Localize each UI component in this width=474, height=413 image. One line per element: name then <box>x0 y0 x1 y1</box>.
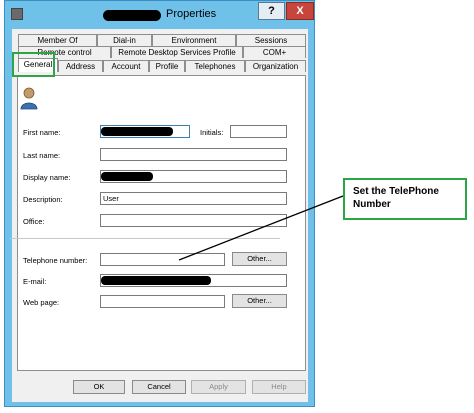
display-name-label: Display name: <box>23 173 71 182</box>
telephone-label: Telephone number: <box>23 256 88 265</box>
separator <box>10 238 280 239</box>
window-icon <box>11 8 23 20</box>
redacted-username <box>103 10 161 21</box>
cancel-button[interactable]: Cancel <box>132 380 186 394</box>
tab-organization[interactable]: Organization <box>245 60 306 72</box>
email-label: E-mail: <box>23 277 47 286</box>
webpage-label: Web page: <box>23 298 60 307</box>
user-avatar-icon <box>20 87 38 110</box>
initials-field[interactable] <box>230 125 287 138</box>
tab-telephones[interactable]: Telephones <box>185 60 245 72</box>
telephone-other-button[interactable]: Other... <box>232 252 287 266</box>
last-name-field[interactable] <box>100 148 287 161</box>
webpage-field[interactable] <box>100 295 225 308</box>
close-button[interactable]: X <box>286 2 314 20</box>
ok-button[interactable]: OK <box>73 380 125 394</box>
tab-dial-in[interactable]: Dial-in <box>97 34 152 46</box>
window-title: Properties <box>166 8 217 20</box>
help-footer-button[interactable]: Help <box>252 380 306 394</box>
description-label: Description: <box>23 195 63 204</box>
title-bar[interactable]: Properties ? X <box>5 1 314 29</box>
tab-environment[interactable]: Environment <box>152 34 236 46</box>
tab-com-plus[interactable]: COM+ <box>243 46 306 58</box>
tab-address[interactable]: Address <box>58 60 103 72</box>
redacted-display-name <box>101 172 153 181</box>
description-field[interactable]: User <box>100 192 287 205</box>
redacted-first-name <box>101 127 173 136</box>
webpage-other-button[interactable]: Other... <box>232 294 287 308</box>
tab-profile[interactable]: Profile <box>149 60 185 72</box>
office-label: Office: <box>23 217 45 226</box>
help-button[interactable]: ? <box>258 2 285 20</box>
redacted-email <box>101 276 211 285</box>
tab-member-of[interactable]: Member Of <box>18 34 97 46</box>
general-tab-highlight <box>12 52 55 77</box>
telephone-field[interactable] <box>100 253 225 266</box>
tab-rds-profile[interactable]: Remote Desktop Services Profile <box>111 46 243 58</box>
apply-button[interactable]: Apply <box>191 380 246 394</box>
tab-sessions[interactable]: Sessions <box>236 34 306 46</box>
first-name-label: First name: <box>23 128 61 137</box>
telephone-callout: Set the TelePhone Number <box>343 178 467 220</box>
initials-label: Initials: <box>200 128 224 137</box>
office-field[interactable] <box>100 214 287 227</box>
last-name-label: Last name: <box>23 151 61 160</box>
tab-account[interactable]: Account <box>103 60 149 72</box>
